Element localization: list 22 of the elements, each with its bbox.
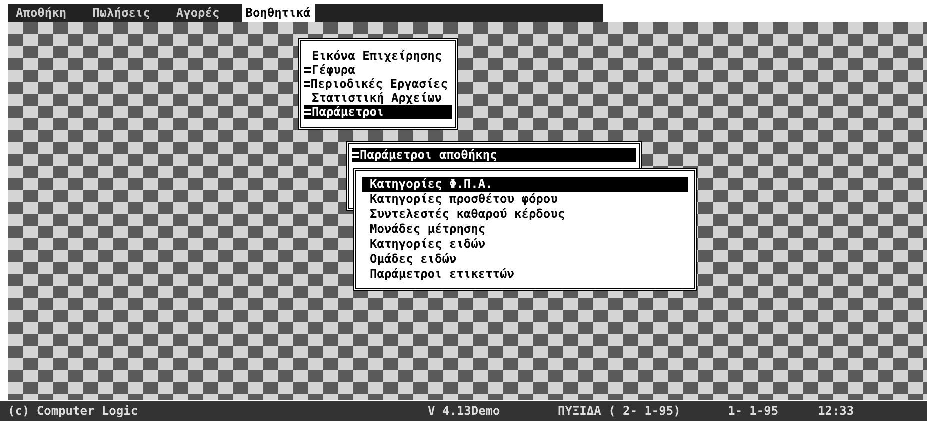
menu-entry[interactable]: Γέφυρα [304,63,452,77]
menu-entry[interactable]: Συντελεστές καθαρού κέρδους [362,207,688,222]
version-text: V 4.13Demo [428,403,502,420]
menu-entry[interactable]: Περιοδικές Εργασίες [304,77,452,91]
menu-entry[interactable]: Μονάδες μέτρησης [362,222,688,237]
status-text: (c) Computer Logic [8,403,140,420]
menu-entry[interactable]: Παράμετροι [304,105,452,119]
menu-item[interactable]: Πωλήσεις [88,4,154,22]
database-text: ΠΥΞΙΔΑ ( 2- 1-95) [558,403,682,420]
menu-item[interactable]: Αγορές [172,4,224,22]
menu-entry[interactable]: Εικόνα Επιχείρησης [304,49,452,63]
menu-entry[interactable]: Κατηγορίες προσθέτου φόρου [362,192,688,207]
time-text: 12:33 [818,403,854,420]
menu-entry[interactable]: Κατηγορίες Φ.Π.Α. [362,177,688,192]
date-text: 1- 1-95 [728,403,780,420]
menu-entry[interactable]: Ομάδες ειδών [362,252,688,267]
menu-entry[interactable]: Κατηγορίες ειδών [362,237,688,252]
menu-entry[interactable]: Παράμετροι αποθήκης [352,148,636,162]
menu-entry[interactable]: Παράμετροι ετικεττών [362,267,688,282]
menu-entry[interactable]: Στατιστική Αρχείων [304,91,452,105]
menu-item[interactable]: Αποθήκη [12,4,71,22]
menu-item[interactable]: Βοηθητικά [242,4,315,22]
